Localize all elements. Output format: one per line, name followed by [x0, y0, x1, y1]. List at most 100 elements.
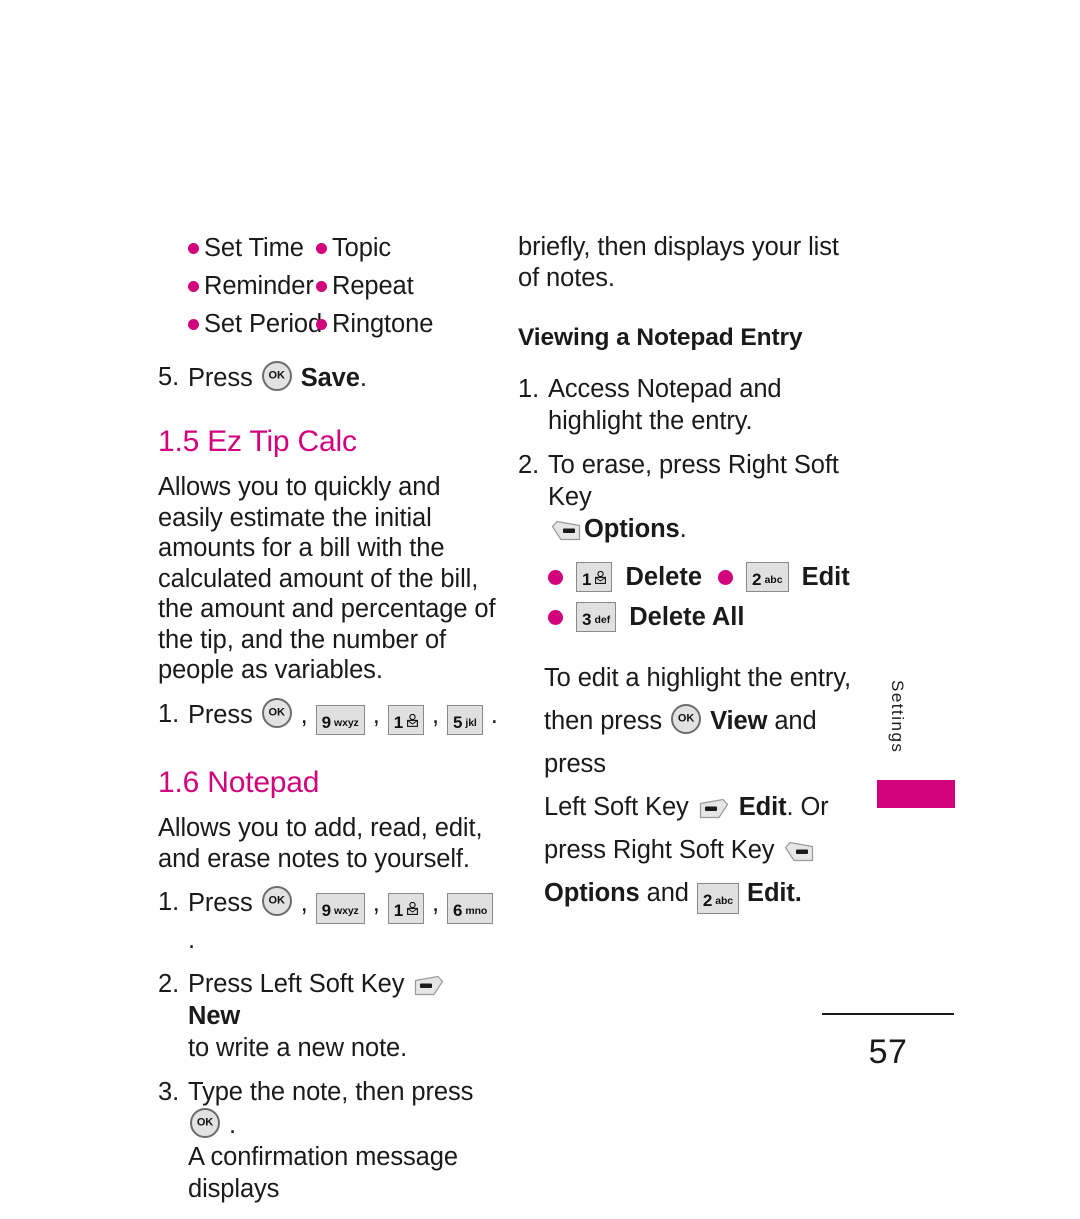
bullet-label: Reminder	[204, 272, 314, 300]
section-body-notepad: Allows you to add, read, edit, and erase…	[158, 814, 483, 873]
option-label: Delete	[625, 563, 703, 591]
viewing-step-2: 2. To erase, press Right Soft Key Options…	[518, 449, 858, 545]
key-digit: 1	[393, 901, 404, 920]
bullet-item: Topic	[316, 232, 498, 265]
step-text: Type the note, then press	[188, 1077, 474, 1106]
option-item-edit: 2 abc Edit	[718, 557, 850, 597]
view-label: View	[710, 707, 768, 735]
key-sublabel: mno	[465, 905, 488, 917]
options-row: 1 Delete 2 abc Edit	[548, 557, 858, 597]
confirmation-text: A confirmation message displays	[188, 1142, 458, 1203]
option-item-delete: 1 Delete	[548, 557, 718, 597]
section-body-ez-tip-calc: Allows you to quickly and easily estimat…	[158, 473, 496, 684]
step-number: 3.	[158, 1077, 180, 1106]
ok-key-icon	[261, 697, 292, 728]
key-digit: 1	[582, 569, 592, 589]
bullet-dot-icon	[188, 319, 199, 330]
key-digit: 3	[582, 609, 592, 629]
ok-key-icon	[190, 1107, 220, 1138]
step-5: 5. Press Save.	[158, 361, 498, 394]
bullet-item: Set Time	[188, 232, 316, 265]
bullet-dot-icon	[316, 243, 327, 254]
closing-line-1: To edit a highlight the entry,	[544, 664, 851, 692]
key-9-icon: 9 wxyz	[315, 704, 365, 735]
ez-tip-calc-step-1: 1.Press , 9wxyz , 1 , 5jkl .	[158, 697, 498, 735]
step-number: 2.	[518, 451, 540, 479]
options-list: 1 Delete 2 abc Edit 3 def Delete All	[548, 557, 858, 637]
section-heading-notepad: 1.6 Notepad	[158, 766, 320, 799]
ok-key-icon	[261, 361, 292, 391]
right-column: briefly, then displays your list of note…	[518, 232, 858, 915]
notepad-step-3: 3. Type the note, then press . A confirma…	[158, 1076, 498, 1205]
right-soft-key-icon	[551, 520, 581, 541]
step-number: 1.	[158, 888, 180, 916]
left-soft-key-icon	[699, 798, 729, 819]
step-text: To erase, press Right Soft Key	[548, 451, 839, 511]
bullet-dot-icon	[316, 319, 327, 330]
step-text-after: to write a new note.	[188, 1033, 408, 1062]
bullet-label: Repeat	[332, 272, 414, 300]
key-digit: 5	[453, 712, 463, 732]
continued-paragraph: briefly, then displays your list of note…	[518, 233, 839, 292]
option-label: Edit	[801, 563, 850, 591]
bullet-label: Set Time	[204, 234, 304, 262]
option-label: Delete All	[629, 603, 745, 631]
bullet-dot-icon	[548, 569, 563, 585]
key-3-icon: 3 def	[576, 601, 617, 633]
left-soft-key-icon	[414, 975, 444, 996]
step-number: 5.	[158, 363, 180, 391]
bullet-item: Ringtone	[316, 308, 498, 341]
section-heading-ez-tip-calc: 1.5 Ez Tip Calc	[158, 425, 357, 458]
side-tab-label: Settings	[888, 680, 907, 754]
key-1-icon: 1	[387, 704, 425, 735]
period: .	[229, 1110, 236, 1139]
viewing-step-1: 1. Access Notepad and highlight the entry…	[518, 373, 858, 437]
key-sublabel: abc	[715, 895, 734, 907]
side-tab-settings: Settings	[884, 680, 910, 758]
bullet-item: Reminder	[188, 270, 316, 303]
option-item-delete-all: 3 def Delete All	[548, 597, 744, 637]
closing-line-3b: . Or	[786, 793, 829, 821]
bullet-dot-icon	[718, 569, 733, 585]
step-number: 1.	[158, 699, 180, 728]
key-digit: 9	[321, 712, 332, 732]
ok-key-icon	[261, 886, 292, 916]
manual-page: Set Time Topic Reminder Repeat Set Perio…	[0, 0, 1080, 1219]
closing-line-3a: Left Soft Key	[544, 793, 689, 821]
footer-divider	[822, 1013, 954, 1015]
notepad-step-2: 2. Press Left Soft Key New to write a new…	[158, 968, 498, 1064]
step-text: Access Notepad and highlight the entry.	[548, 375, 782, 435]
subheading-viewing-notepad-entry: Viewing a Notepad Entry	[518, 324, 803, 351]
bullet-item: Set Period	[188, 308, 322, 341]
new-label: New	[188, 1001, 241, 1030]
closing-line-4a: press Right Soft Key	[544, 836, 775, 864]
edit-label: Edit	[738, 793, 787, 821]
envelope-icon	[595, 570, 607, 584]
period: .	[188, 925, 195, 954]
closing-paragraph: To edit a highlight the entry, then pres…	[544, 657, 858, 915]
bullet-label: Ringtone	[332, 310, 434, 338]
envelope-icon	[407, 902, 418, 915]
feature-bullet-grid: Set Time Topic Reminder Repeat Set Perio…	[188, 232, 498, 341]
bullet-label: Topic	[332, 234, 392, 262]
key-digit: 2	[752, 569, 762, 589]
key-2-icon: 2 abc	[746, 561, 789, 593]
key-1-icon: 1	[387, 893, 425, 924]
step-text: Press	[188, 889, 253, 917]
key-digit: 2	[702, 891, 713, 910]
step-number: 1.	[518, 375, 540, 403]
key-6-icon: 6 mno	[447, 893, 494, 924]
closing-line-2a: then press	[544, 707, 663, 735]
options-row: 3 def Delete All	[548, 597, 858, 637]
key-sublabel: wxyz	[334, 716, 359, 729]
step-text: Press	[188, 364, 253, 392]
key-1-icon: 1	[576, 561, 613, 593]
bullet-item: Repeat	[316, 270, 498, 303]
edit-label: Edit.	[747, 879, 802, 907]
key-2-icon: 2 abc	[696, 883, 740, 914]
key-9-icon: 9 wxyz	[315, 893, 365, 924]
key-sublabel: def	[594, 613, 611, 626]
bullet-dot-icon	[188, 243, 199, 254]
options-label: Options	[544, 879, 640, 907]
page-number: 57	[868, 1033, 908, 1071]
